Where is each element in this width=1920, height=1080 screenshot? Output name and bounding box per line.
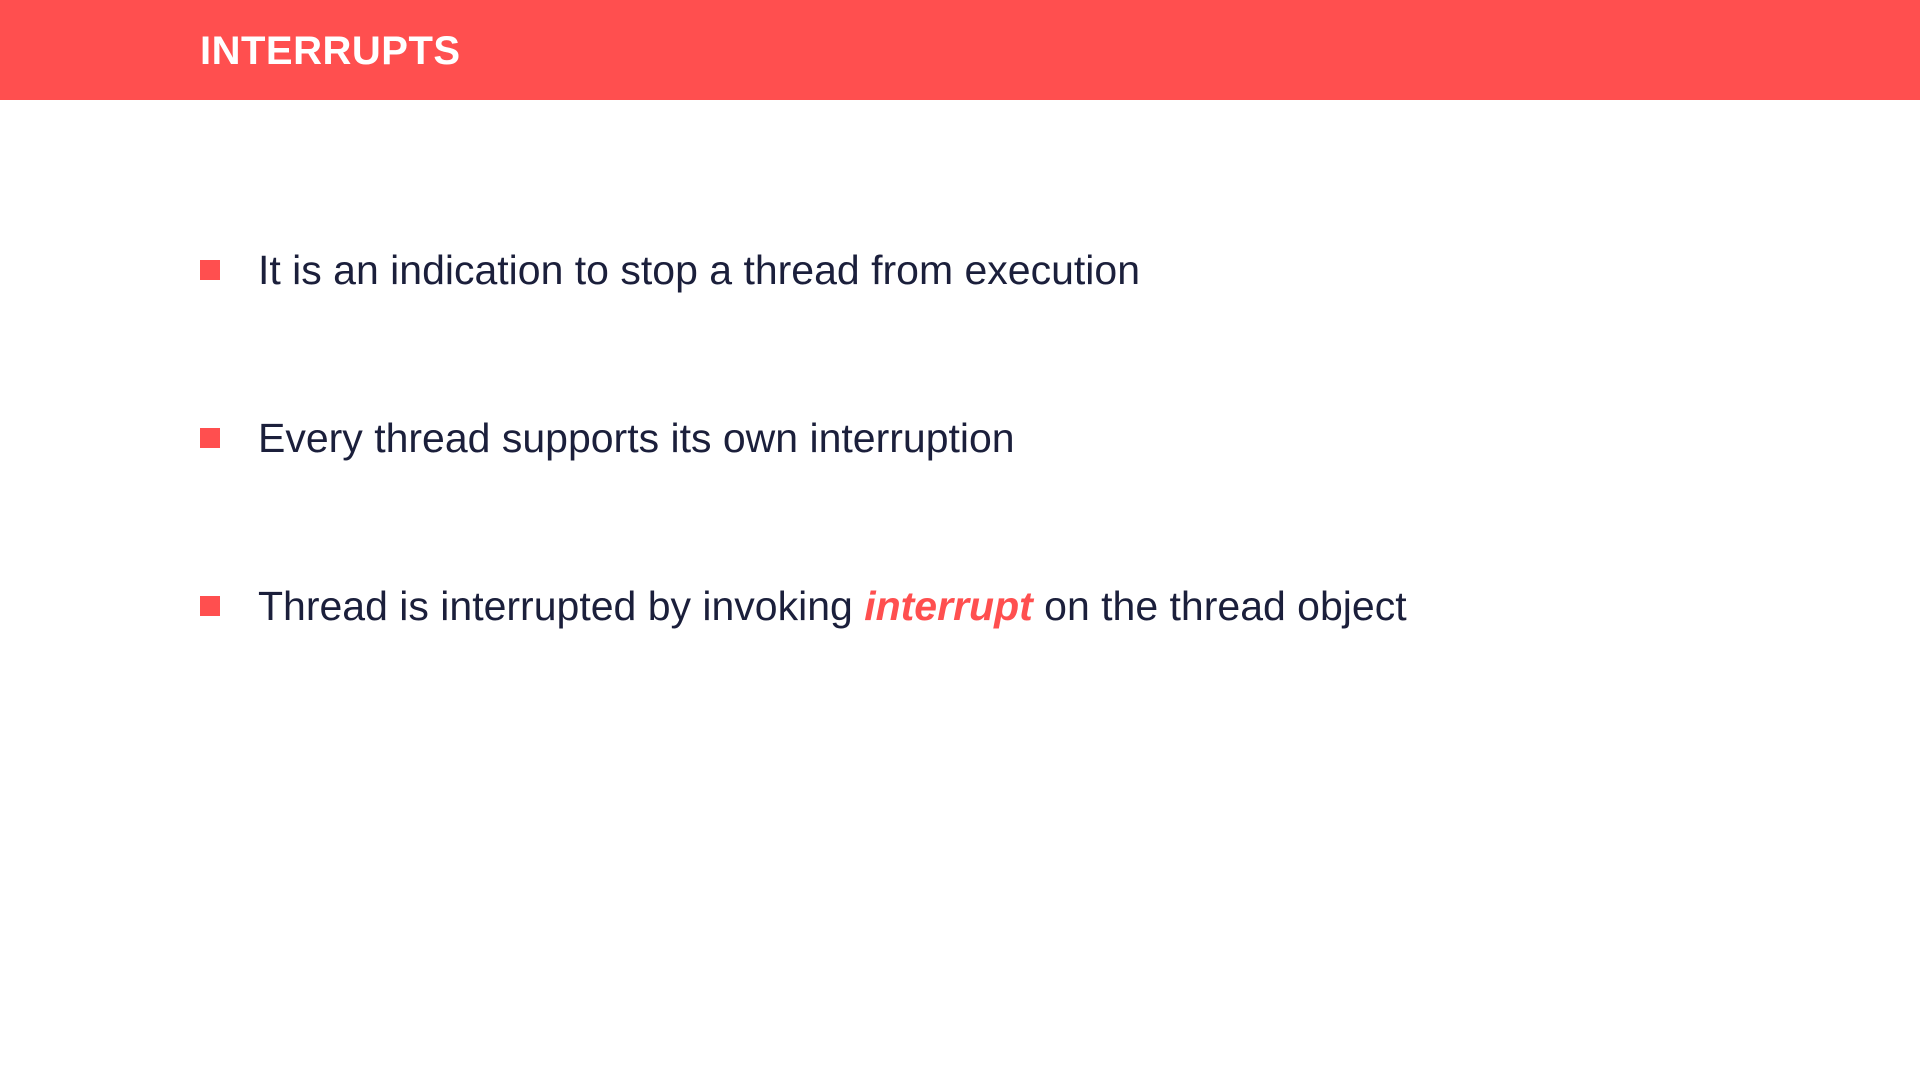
slide-title: INTERRUPTS: [200, 29, 461, 73]
header-bar: INTERRUPTS: [0, 0, 1920, 100]
bullet-text-after: on the thread object: [1032, 583, 1407, 629]
bullet-text: Every thread supports its own interrupti…: [258, 415, 1015, 461]
square-bullet-icon: [200, 596, 220, 616]
bullet-text: Thread is interrupted by invoking interr…: [258, 582, 1407, 630]
bullet-text: It is an indication to stop a thread fro…: [258, 247, 1141, 293]
square-bullet-icon: [200, 428, 220, 448]
bullet-text-before: Thread is interrupted by invoking: [258, 583, 865, 629]
interrupt-keyword: interrupt: [864, 583, 1033, 629]
slide: INTERRUPTS It is an indication to stop a…: [0, 0, 1920, 1080]
square-bullet-icon: [200, 260, 220, 280]
